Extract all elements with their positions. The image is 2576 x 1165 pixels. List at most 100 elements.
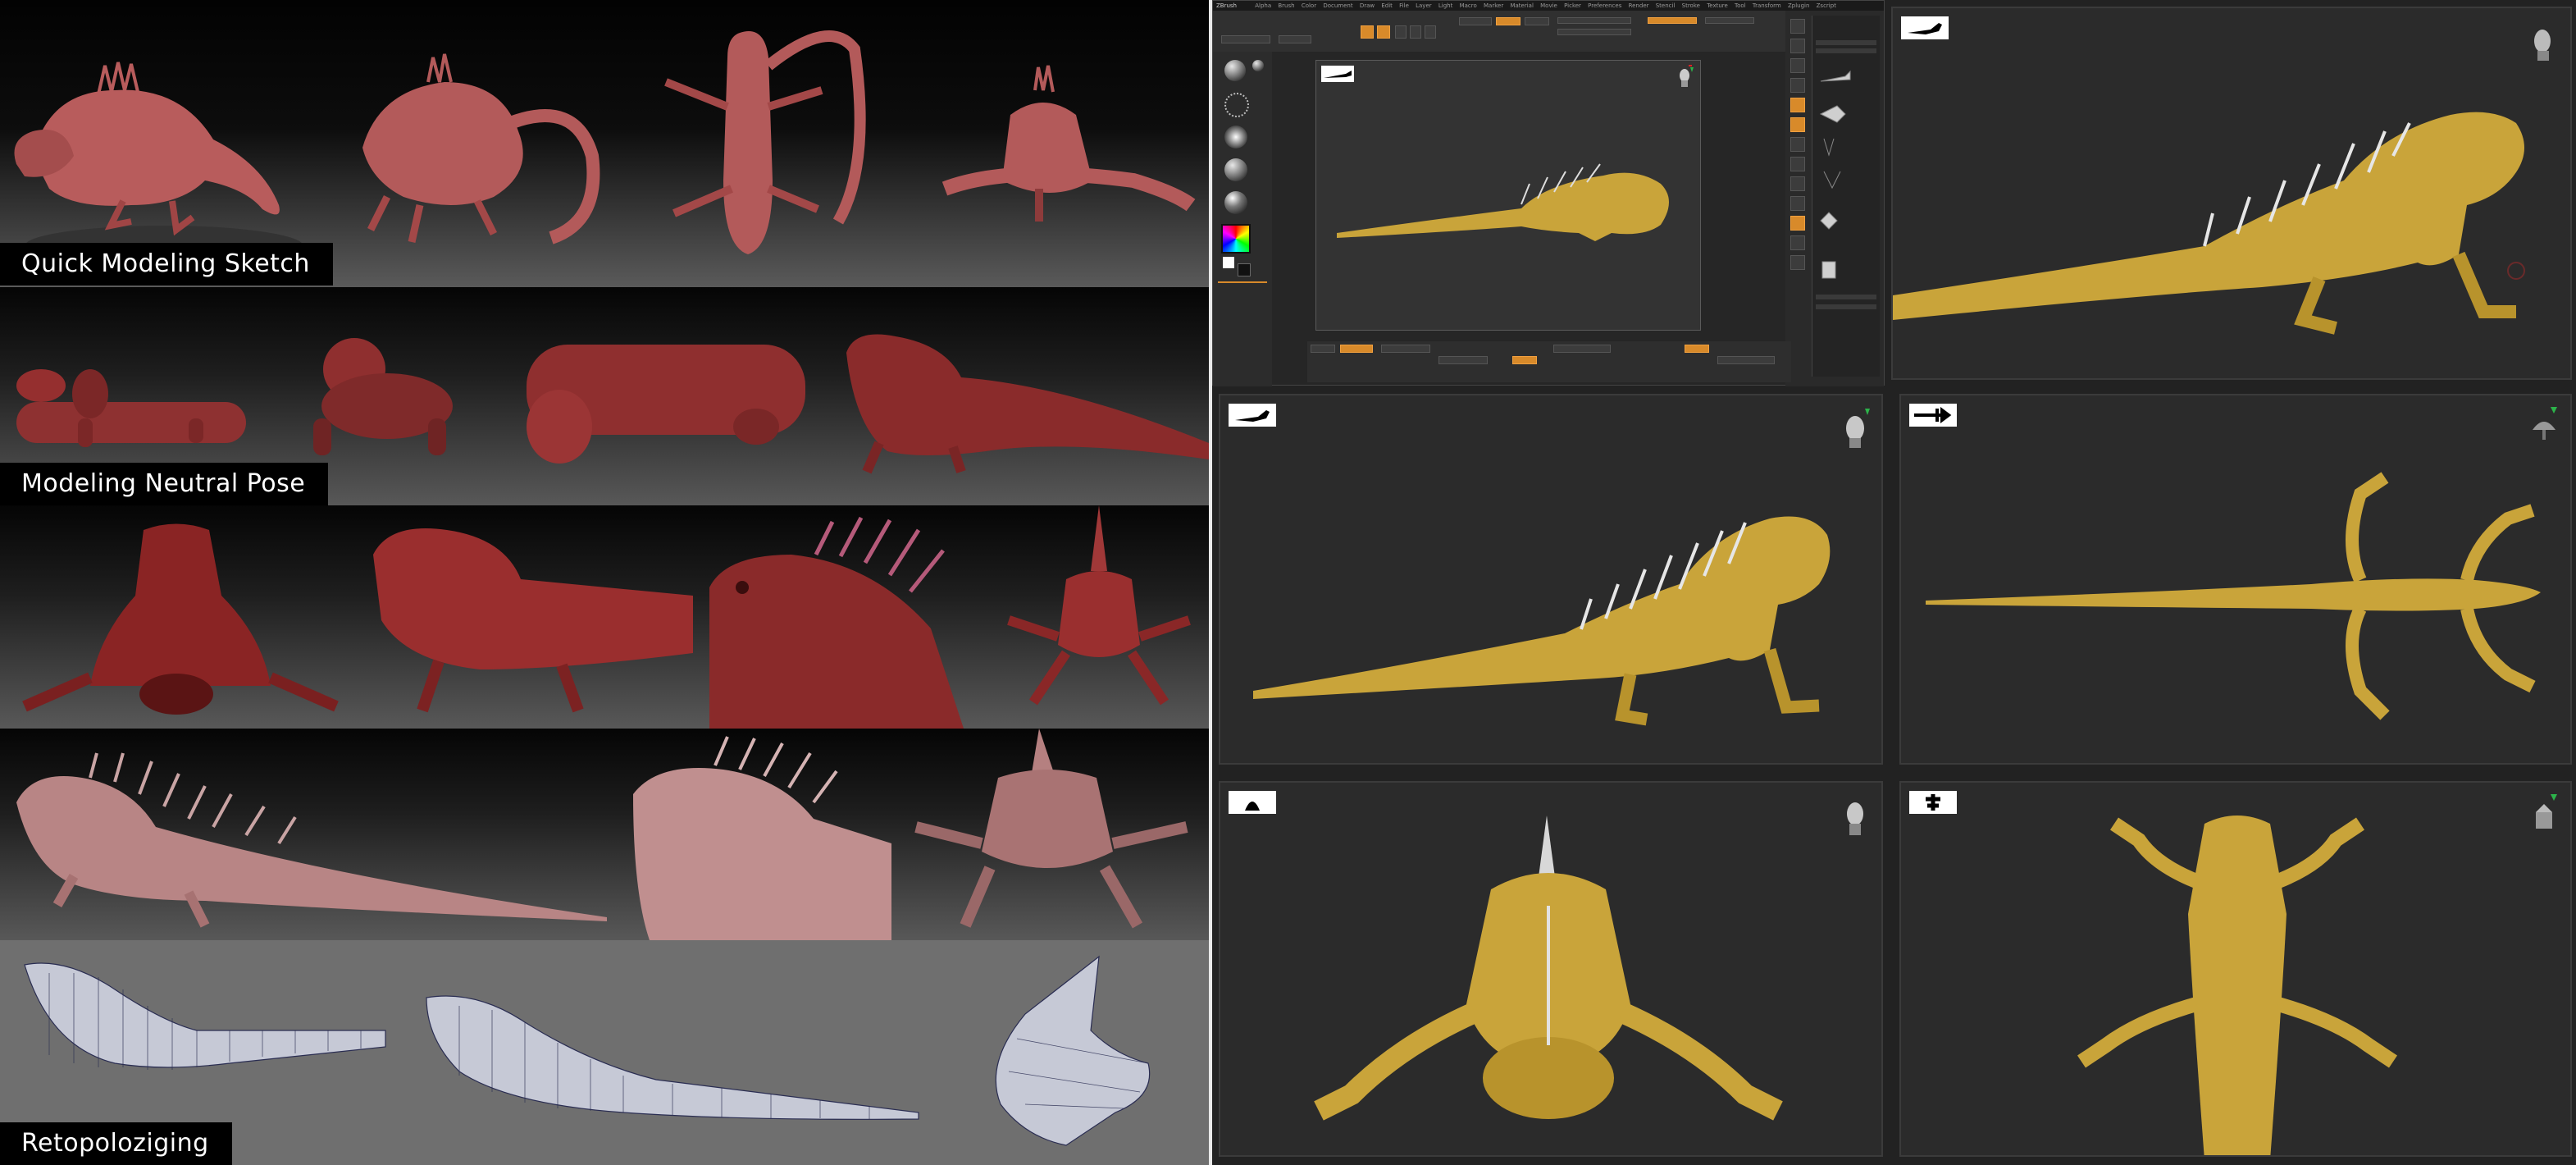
viewport-front[interactable] bbox=[1219, 781, 1883, 1157]
brush-alt-thumbnail[interactable] bbox=[1252, 60, 1264, 71]
tray-slider-2[interactable] bbox=[1438, 356, 1488, 364]
projection-master-button[interactable] bbox=[1221, 35, 1270, 43]
draw-size-slider[interactable] bbox=[1557, 29, 1631, 35]
iguana-model-canvas bbox=[1337, 163, 1669, 241]
texture-thumbnail[interactable] bbox=[1224, 158, 1247, 181]
menu-alpha[interactable]: Alpha bbox=[1238, 2, 1271, 9]
secondary-color-swatch[interactable] bbox=[1238, 263, 1251, 276]
menu-light[interactable]: Light bbox=[1434, 2, 1452, 9]
head-gizmo-icon[interactable] bbox=[1677, 64, 1695, 90]
color-picker[interactable] bbox=[1221, 224, 1251, 254]
sketch-render-2 bbox=[305, 0, 609, 287]
pink-render-front bbox=[891, 729, 1209, 940]
camera-side-icon bbox=[1229, 404, 1276, 427]
zoom-button[interactable] bbox=[1790, 58, 1805, 73]
menu-color[interactable]: Color bbox=[1297, 2, 1316, 9]
iguana-model-top bbox=[1926, 472, 2541, 720]
move-view-button[interactable] bbox=[1790, 157, 1805, 171]
zbrush-menubar[interactable]: ZBrush Alpha Brush Color Document Draw E… bbox=[1213, 1, 1884, 11]
app-title: ZBrush bbox=[1216, 2, 1237, 9]
subtool-palette[interactable] bbox=[1812, 16, 1880, 377]
menu-stroke[interactable]: Stroke bbox=[1677, 2, 1700, 9]
zoom-3d-button[interactable] bbox=[1790, 176, 1805, 191]
mrgb-button[interactable] bbox=[1459, 17, 1492, 25]
collage-row-pink-renders bbox=[0, 729, 1209, 940]
polyframe-button[interactable] bbox=[1790, 216, 1805, 231]
menu-render[interactable]: Render bbox=[1624, 2, 1649, 9]
tray-button-1[interactable] bbox=[1311, 345, 1335, 353]
camera-top-icon bbox=[1909, 404, 1957, 427]
brush-thumbnail[interactable] bbox=[1224, 60, 1246, 81]
move-mode-button[interactable] bbox=[1395, 25, 1407, 39]
iguana-model-bottom bbox=[2077, 816, 2397, 1155]
focal-shift-slider[interactable] bbox=[1557, 17, 1631, 24]
collage-row-neutral-pose: Modeling Neutral Pose bbox=[0, 287, 1209, 505]
collage-row-retopology: Retopoloziging bbox=[0, 940, 1209, 1165]
menu-stencil[interactable]: Stencil bbox=[1651, 2, 1676, 9]
zsub-button[interactable] bbox=[1525, 17, 1549, 25]
camera-side-icon bbox=[1321, 66, 1354, 82]
viewport-bottom[interactable] bbox=[1899, 781, 2572, 1157]
tray-slider-4[interactable] bbox=[1717, 356, 1775, 364]
section-label-quick-sketch: Quick Modeling Sketch bbox=[0, 243, 333, 286]
camera-side-icon bbox=[1901, 16, 1949, 39]
active-indicator bbox=[1218, 281, 1267, 283]
lightbox-button[interactable] bbox=[1279, 35, 1311, 43]
menu-brush[interactable]: Brush bbox=[1273, 2, 1294, 9]
collage-row-detail-sculpt bbox=[0, 505, 1209, 729]
zbrush-canvas[interactable] bbox=[1315, 60, 1701, 331]
tray-button-2[interactable] bbox=[1340, 345, 1373, 353]
floor-button[interactable] bbox=[1790, 117, 1805, 132]
menu-draw[interactable]: Draw bbox=[1355, 2, 1375, 9]
solo-button[interactable] bbox=[1790, 255, 1805, 270]
menu-transform[interactable]: Transform bbox=[1748, 2, 1781, 9]
rotate-view-button[interactable] bbox=[1790, 196, 1805, 211]
scroll-button[interactable] bbox=[1790, 39, 1805, 53]
stroke-thumbnail[interactable] bbox=[1224, 93, 1249, 117]
viewport-top[interactable] bbox=[1899, 394, 2572, 765]
menu-preferences[interactable]: Preferences bbox=[1583, 2, 1621, 9]
menu-marker[interactable]: Marker bbox=[1479, 2, 1503, 9]
draw-mode-button[interactable] bbox=[1377, 25, 1390, 39]
pink-render-closeup bbox=[617, 729, 891, 940]
scale-mode-button[interactable] bbox=[1410, 25, 1421, 39]
menu-layer[interactable]: Layer bbox=[1411, 2, 1432, 9]
menu-tool[interactable]: Tool bbox=[1730, 2, 1746, 9]
transp-button[interactable] bbox=[1790, 235, 1805, 250]
material-thumbnail[interactable] bbox=[1224, 191, 1247, 214]
menu-edit[interactable]: Edit bbox=[1376, 2, 1393, 9]
menu-texture[interactable]: Texture bbox=[1702, 2, 1728, 9]
rgb-intensity-slider[interactable] bbox=[1705, 17, 1754, 24]
menu-zplugin[interactable]: Zplugin bbox=[1783, 2, 1809, 9]
menu-document[interactable]: Document bbox=[1318, 2, 1352, 9]
edit-mode-button[interactable] bbox=[1361, 25, 1374, 39]
render-collage: Quick Modeling Sketch Modeling Neutral P… bbox=[0, 0, 1209, 1165]
detail-render-closeup bbox=[693, 505, 984, 729]
zbrush-left-shelf bbox=[1213, 52, 1272, 386]
persp-button[interactable] bbox=[1790, 98, 1805, 112]
menu-macro[interactable]: Macro bbox=[1455, 2, 1477, 9]
menu-movie[interactable]: Movie bbox=[1535, 2, 1557, 9]
alpha-thumbnail[interactable] bbox=[1224, 126, 1247, 148]
viewport-side-left[interactable] bbox=[1219, 394, 1883, 765]
viewport-side-right[interactable] bbox=[1891, 7, 2572, 380]
actual-button[interactable] bbox=[1790, 78, 1805, 93]
tray-button-3[interactable] bbox=[1512, 356, 1537, 364]
menu-file[interactable]: File bbox=[1394, 2, 1409, 9]
tray-button-4[interactable] bbox=[1685, 345, 1709, 353]
menu-picker[interactable]: Picker bbox=[1559, 2, 1581, 9]
tray-slider-3[interactable] bbox=[1553, 345, 1611, 353]
zadd-button[interactable] bbox=[1496, 17, 1521, 25]
menu-zscript[interactable]: Zscript bbox=[1812, 2, 1836, 9]
sketch-render-3 bbox=[609, 0, 887, 287]
rotate-mode-button[interactable] bbox=[1425, 25, 1436, 39]
detail-render-front bbox=[0, 505, 357, 729]
menu-material[interactable]: Material bbox=[1505, 2, 1533, 9]
main-color-swatch[interactable] bbox=[1223, 257, 1234, 268]
bpr-button[interactable] bbox=[1790, 19, 1805, 34]
sketch-render-4 bbox=[887, 0, 1209, 287]
section-label-neutral-pose: Modeling Neutral Pose bbox=[0, 463, 329, 505]
frame-button[interactable] bbox=[1790, 137, 1805, 152]
z-intensity-slider[interactable] bbox=[1648, 17, 1697, 24]
tray-slider-1[interactable] bbox=[1381, 345, 1430, 353]
